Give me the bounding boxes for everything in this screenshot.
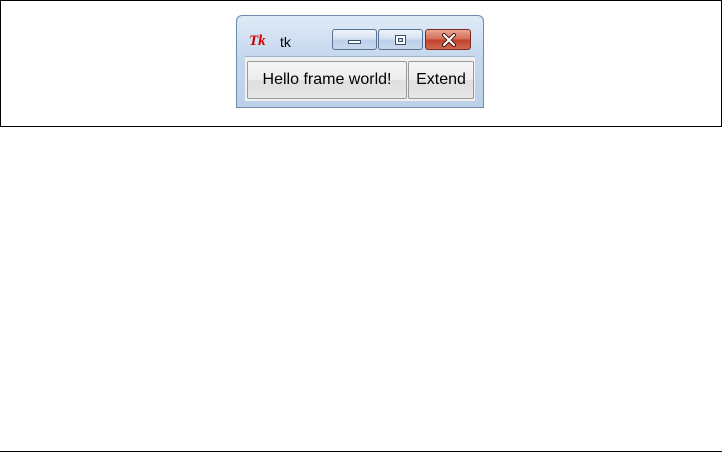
minimize-icon [348,40,361,44]
close-icon [442,33,456,47]
svg-text:Tk: Tk [249,33,266,48]
close-button[interactable] [425,29,471,50]
hello-frame-world-button[interactable]: Hello frame world! [247,61,407,99]
window-title: tk [280,34,291,50]
tk-feather-icon: Tk [249,33,266,48]
minimize-button[interactable] [332,29,377,50]
extend-button[interactable]: Extend [408,61,474,99]
output-frame-bottom-rule [0,451,722,452]
maximize-button[interactable] [378,29,423,50]
window-client-area: Hello frame world! Extend [245,56,475,101]
tk-window[interactable]: Tk tk Hello frame world! Extend [236,15,484,108]
maximize-icon [395,35,406,45]
